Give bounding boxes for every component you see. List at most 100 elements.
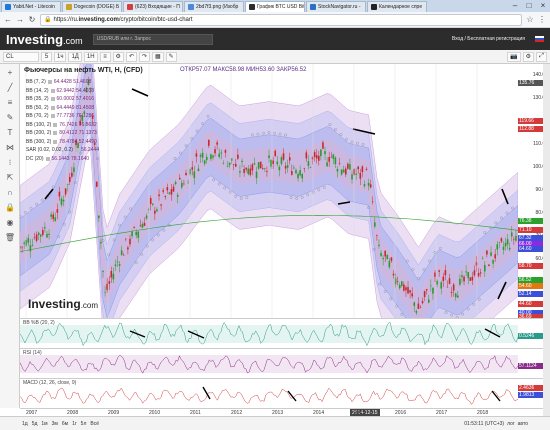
annotation-stroke [287,390,297,402]
magnet-icon[interactable]: ∩ [3,187,17,199]
menu-icon[interactable]: ⋮ [538,15,546,24]
legend-settings-icon[interactable] [50,88,55,93]
candle [69,176,71,182]
macd-panel[interactable]: MACD (12, 26, close, 9) [19,378,519,408]
maximize-icon[interactable]: □ [522,0,536,12]
pattern-icon[interactable]: ⋈ [3,142,17,154]
legend-settings-icon[interactable] [45,156,50,161]
star-icon[interactable]: ☆ [526,15,534,24]
ruler-icon[interactable]: ⇱ [3,172,17,184]
range-button[interactable]: 6м [62,421,68,427]
candle [60,198,63,205]
candle [133,226,135,228]
toolbar-button[interactable]: ⚙ [112,51,124,62]
rsi-panel[interactable]: RSI (14) [19,348,519,378]
candle [226,166,229,167]
camera-icon[interactable]: 📷 [507,51,521,62]
legend-values: 60.0002 57.4016 [56,96,95,103]
toolbar-button[interactable]: ≡ [99,51,111,62]
candle [253,163,256,165]
browser-tab[interactable]: 2bd7f3.png (Изобр [184,1,244,12]
browser-tab[interactable]: Dogecoin (DOGE) Б [62,1,122,12]
forward-icon[interactable]: → [16,15,24,24]
indicator-line [19,387,519,405]
url-field[interactable]: 🔒 https://ru. investing.com/crypto/bitcoi… [40,13,522,26]
candle [139,225,142,227]
candle [286,165,289,168]
legend-settings-icon[interactable] [50,97,55,102]
fib-icon[interactable]: ⁝ [3,157,17,169]
range-button[interactable]: 5д [32,421,38,427]
toolbar-button[interactable]: ↷ [138,51,150,62]
interval-button[interactable]: 5 [41,51,52,62]
legend-row[interactable]: DC (20) 56.1443 78.1640 [26,155,226,164]
lock-drawing-icon[interactable]: 🔒 [3,202,17,214]
legend-row[interactable]: BB (300, 2) 78.4784 52.4490 [26,138,226,147]
browser-tab[interactable]: График BTC USD Bit [245,1,305,12]
candle [378,244,380,247]
browser-tab[interactable]: Yabit.Net - Litecoin [1,1,61,12]
interval-button[interactable]: 1ч [54,51,67,62]
settings-icon[interactable]: ⚙ [522,51,534,62]
legend-settings-icon[interactable] [50,105,55,110]
candle [322,142,324,149]
toolbar-button[interactable]: ✎ [165,51,177,62]
trash-icon[interactable]: 🗑 [3,232,17,244]
trendline-icon[interactable]: ╱ [3,82,17,94]
legend-row[interactable]: BB (50, 2) 64.4449 81.4508 [26,104,226,113]
russia-flag-icon[interactable] [535,36,544,42]
range-button[interactable]: 1г [72,421,77,427]
minimize-icon[interactable]: – [508,0,522,12]
candle [494,254,496,259]
candle [488,264,490,266]
back-icon[interactable]: ← [4,15,12,24]
horizontal-line-icon[interactable]: ≡ [3,97,17,109]
page-scrollbar[interactable] [543,64,550,416]
site-logo[interactable]: Investing.com [6,32,83,47]
toolbar-buttons: ≡ ⚙ ↶ ↷ ▦ ✎ [99,51,177,62]
reload-icon[interactable]: ↻ [28,15,36,24]
range-button[interactable]: 1м [41,421,47,427]
legend-settings-icon[interactable] [53,122,58,127]
legend-row[interactable]: SAR (0.02, 0.02, 0.2) 56.2444 [26,146,226,155]
legend-settings-icon[interactable] [53,139,58,144]
fullscreen-icon[interactable]: ⤢ [536,51,547,62]
range-button[interactable]: Всё [90,421,99,427]
legend-values: 56.1443 78.1640 [51,155,90,162]
legend-settings-icon[interactable] [74,148,79,153]
toolbar-button[interactable]: ↶ [125,51,137,62]
text-icon[interactable]: T [3,127,17,139]
browser-tab[interactable]: (623) Входящие - П [123,1,183,12]
log-toggle[interactable]: лог [507,421,515,427]
time-axis[interactable]: 2014-12-15 2007 2008 2009 2010 2011 2012 2013 2… [20,408,550,417]
browser-tab[interactable]: StockNavigator.ru - [306,1,366,12]
range-button[interactable]: 1д [22,421,28,427]
browser-tab[interactable]: Календарное спре [367,1,427,12]
legend-settings-icon[interactable] [47,80,52,85]
legend-row[interactable]: BB (14, 2) 62.9442 54.4038 [26,87,226,96]
legend-row[interactable]: BB (70, 2) 77.7736 76.1286 [26,112,226,121]
legend-settings-icon[interactable] [53,131,58,136]
candle [185,172,187,176]
interval-button[interactable]: 1Д [68,51,82,62]
toolbar-button[interactable]: ▦ [152,51,164,62]
legend-row[interactable]: BB (35, 2) 60.0002 57.4016 [26,95,226,104]
brush-icon[interactable]: ✎ [3,112,17,124]
login-link[interactable]: Вход / Бесплатная регистрация [452,36,525,42]
legend-name: BB (35, 2) [26,96,49,103]
bb-percent-panel[interactable]: BB %B (20, 2) [19,318,519,348]
interval-button[interactable]: 1Н [83,51,98,62]
crosshair-icon[interactable]: + [3,67,17,79]
candle [430,285,432,287]
legend-row[interactable]: BB (100, 2) 76.7426 76.5632 [26,121,226,130]
eye-icon[interactable]: ◉ [3,217,17,229]
close-icon[interactable]: × [536,0,550,12]
symbol-input[interactable]: CL [3,51,39,62]
site-search-input[interactable]: USD/RUB или г. Запрос [92,33,213,45]
range-button[interactable]: 3м [52,421,58,427]
range-button[interactable]: 5л [81,421,87,427]
legend-row[interactable]: BB (200, 2) 80.4122 71.1373 [26,129,226,138]
legend-row[interactable]: BB (7, 2) 64.4428 51.4608 [26,78,226,87]
legend-settings-icon[interactable] [50,114,55,119]
auto-toggle[interactable]: авто [518,421,528,427]
